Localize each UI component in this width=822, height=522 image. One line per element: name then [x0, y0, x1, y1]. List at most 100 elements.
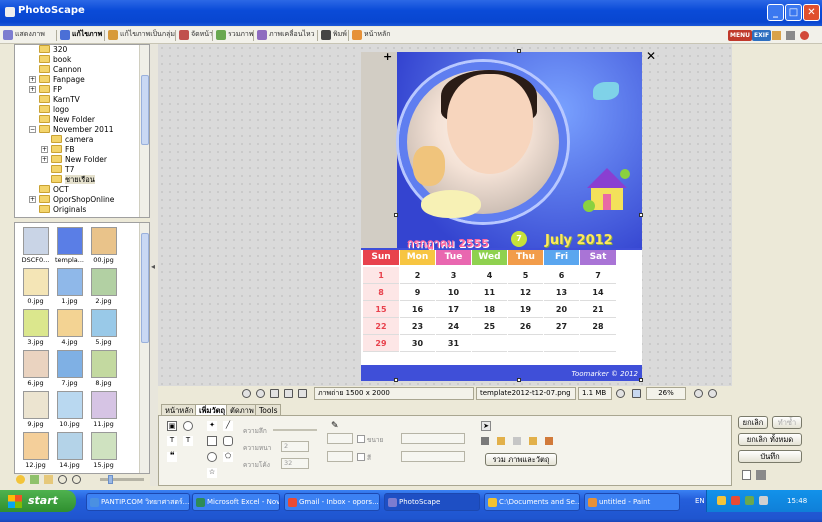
thumbnail[interactable]: 6.jpg: [19, 350, 52, 387]
thumbnail[interactable]: 2.jpg: [87, 268, 120, 305]
color-box[interactable]: [327, 433, 353, 444]
resize-handle-left[interactable]: [394, 213, 398, 217]
resize-handle-top[interactable]: [517, 49, 521, 53]
tree-item[interactable]: Originals: [39, 205, 86, 215]
new-page-icon[interactable]: [742, 470, 751, 480]
thumbnail[interactable]: 0.jpg: [19, 268, 52, 305]
eyedropper-icon[interactable]: ✎: [331, 421, 339, 431]
zoom-in-icon[interactable]: [694, 389, 703, 398]
undo-button[interactable]: ยกเลิก: [738, 416, 768, 429]
minimize-button[interactable]: _: [767, 4, 784, 21]
thumbnail[interactable]: 11.jpg: [87, 391, 120, 428]
language-indicator[interactable]: EN: [695, 497, 705, 505]
tray-icon[interactable]: [745, 496, 754, 505]
undo-rotate-icon[interactable]: [242, 389, 251, 398]
help-icon[interactable]: [800, 31, 809, 40]
pointer-icon[interactable]: ➤: [481, 421, 491, 431]
redo-button[interactable]: ทำซ้ำ: [772, 416, 802, 429]
tree-item[interactable]: T7: [51, 165, 74, 175]
close-button[interactable]: ✕: [803, 4, 820, 21]
expand-icon[interactable]: +: [29, 76, 36, 83]
tag-icon[interactable]: [30, 475, 39, 484]
shadow-select[interactable]: [401, 433, 465, 444]
expand-icon[interactable]: +: [41, 146, 48, 153]
thumbnail[interactable]: 4.jpg: [53, 309, 86, 346]
maximize-button[interactable]: □: [785, 4, 802, 21]
thumbnail[interactable]: 00.jpg: [87, 227, 120, 264]
copy-object-icon[interactable]: [529, 437, 537, 445]
thickness-input[interactable]: 2: [281, 441, 309, 452]
magic-wand-icon[interactable]: ✦: [207, 421, 217, 431]
tab-combine[interactable]: รวมภาพ: [216, 29, 253, 42]
thumbnail[interactable]: 10.jpg: [53, 391, 86, 428]
copy-icon[interactable]: [786, 31, 795, 40]
task-paint[interactable]: untitled - Paint: [584, 493, 680, 511]
tree-item[interactable]: + Fanpage: [29, 75, 85, 85]
tree-item[interactable]: New Folder: [39, 115, 95, 125]
picture-icon[interactable]: [772, 31, 781, 40]
zoom-actual-icon[interactable]: [632, 389, 641, 398]
delete-icon[interactable]: [481, 437, 489, 445]
panel-splitter[interactable]: ◂: [150, 44, 158, 486]
thumbnail[interactable]: 9.jpg: [19, 391, 52, 428]
tab-home[interactable]: หน้าหลัก: [352, 29, 390, 42]
thumbnail[interactable]: 5.jpg: [87, 309, 120, 346]
save-button[interactable]: บันทึก: [738, 450, 802, 463]
tab-viewer[interactable]: แสดงภาพ: [3, 29, 45, 42]
text-icon[interactable]: T: [167, 436, 177, 446]
redo-rotate-icon[interactable]: [256, 389, 265, 398]
thumbnail[interactable]: DSCF0...: [19, 227, 52, 264]
thumbnail[interactable]: 3.jpg: [19, 309, 52, 346]
tray-icon[interactable]: [717, 496, 726, 505]
thumbnail[interactable]: 7.jpg: [53, 350, 86, 387]
roundness-input[interactable]: 32: [281, 458, 309, 469]
zoom-fit-icon[interactable]: [616, 389, 625, 398]
rotate-left-icon[interactable]: [58, 475, 67, 484]
tree-item[interactable]: OCT: [39, 185, 69, 195]
balloon-icon[interactable]: [183, 421, 193, 431]
expand-icon[interactable]: +: [41, 156, 48, 163]
zoom-out-icon[interactable]: [708, 389, 717, 398]
tab-print[interactable]: พิมพ์: [321, 29, 347, 42]
polygon-icon[interactable]: ⬠: [223, 452, 233, 462]
collapse-arrow-icon[interactable]: ◂: [151, 262, 155, 271]
group-button[interactable]: รวม ภาพและวัตถุ: [485, 453, 557, 466]
print-icon[interactable]: [756, 470, 766, 480]
tree-item[interactable]: + OporShopOnline: [29, 195, 114, 205]
thumbnail[interactable]: 15.jpg: [87, 432, 120, 469]
task-photoscape[interactable]: PhotoScape: [384, 493, 480, 511]
line-icon[interactable]: ╱: [223, 421, 233, 431]
thumbnail-size-slider[interactable]: [100, 478, 144, 481]
tree-item[interactable]: + New Folder: [41, 155, 107, 165]
paste-object-icon[interactable]: [545, 437, 553, 445]
thumbnail-scrollbar[interactable]: [139, 223, 149, 473]
photo-icon[interactable]: ▣: [167, 421, 177, 431]
start-button[interactable]: start: [0, 490, 76, 512]
tree-item[interactable]: Cannon: [39, 65, 82, 75]
thumbnail[interactable]: 8.jpg: [87, 350, 120, 387]
thumbnail[interactable]: 14.jpg: [53, 432, 86, 469]
expand-icon[interactable]: +: [29, 86, 36, 93]
circle-icon[interactable]: [207, 452, 217, 462]
menu-badge[interactable]: MENU: [728, 30, 752, 41]
resize-handle-bottom-right[interactable]: [639, 378, 643, 382]
undo-all-button[interactable]: ยกเลิก ทั้งหมด: [738, 433, 802, 446]
quote-icon[interactable]: ❝: [167, 452, 177, 462]
calendar-photo[interactable]: กรกฎาคม 2555 7 July 2012 Sun Mon Tue Wed Thu…: [361, 52, 642, 381]
slider-handle[interactable]: [108, 475, 113, 484]
thumbnail[interactable]: 1.jpg: [53, 268, 86, 305]
tree-item[interactable]: − November 2011: [29, 125, 114, 135]
tree-item[interactable]: KarnTV: [39, 95, 80, 105]
tray-icon[interactable]: [731, 496, 740, 505]
bring-front-icon[interactable]: [497, 437, 505, 445]
color-checkbox[interactable]: [357, 453, 365, 461]
color-select[interactable]: [401, 451, 465, 462]
tab-editor[interactable]: แก้ไขภาพ: [60, 29, 102, 42]
thumbnail[interactable]: 12.jpg: [19, 432, 52, 469]
expand-icon[interactable]: +: [29, 196, 36, 203]
rounded-rect-icon[interactable]: [223, 436, 233, 446]
scroll-thumb[interactable]: [141, 75, 149, 145]
tree-item[interactable]: + FP: [29, 85, 62, 95]
rectangle-icon[interactable]: [207, 436, 217, 446]
depth-slider[interactable]: [273, 429, 317, 431]
